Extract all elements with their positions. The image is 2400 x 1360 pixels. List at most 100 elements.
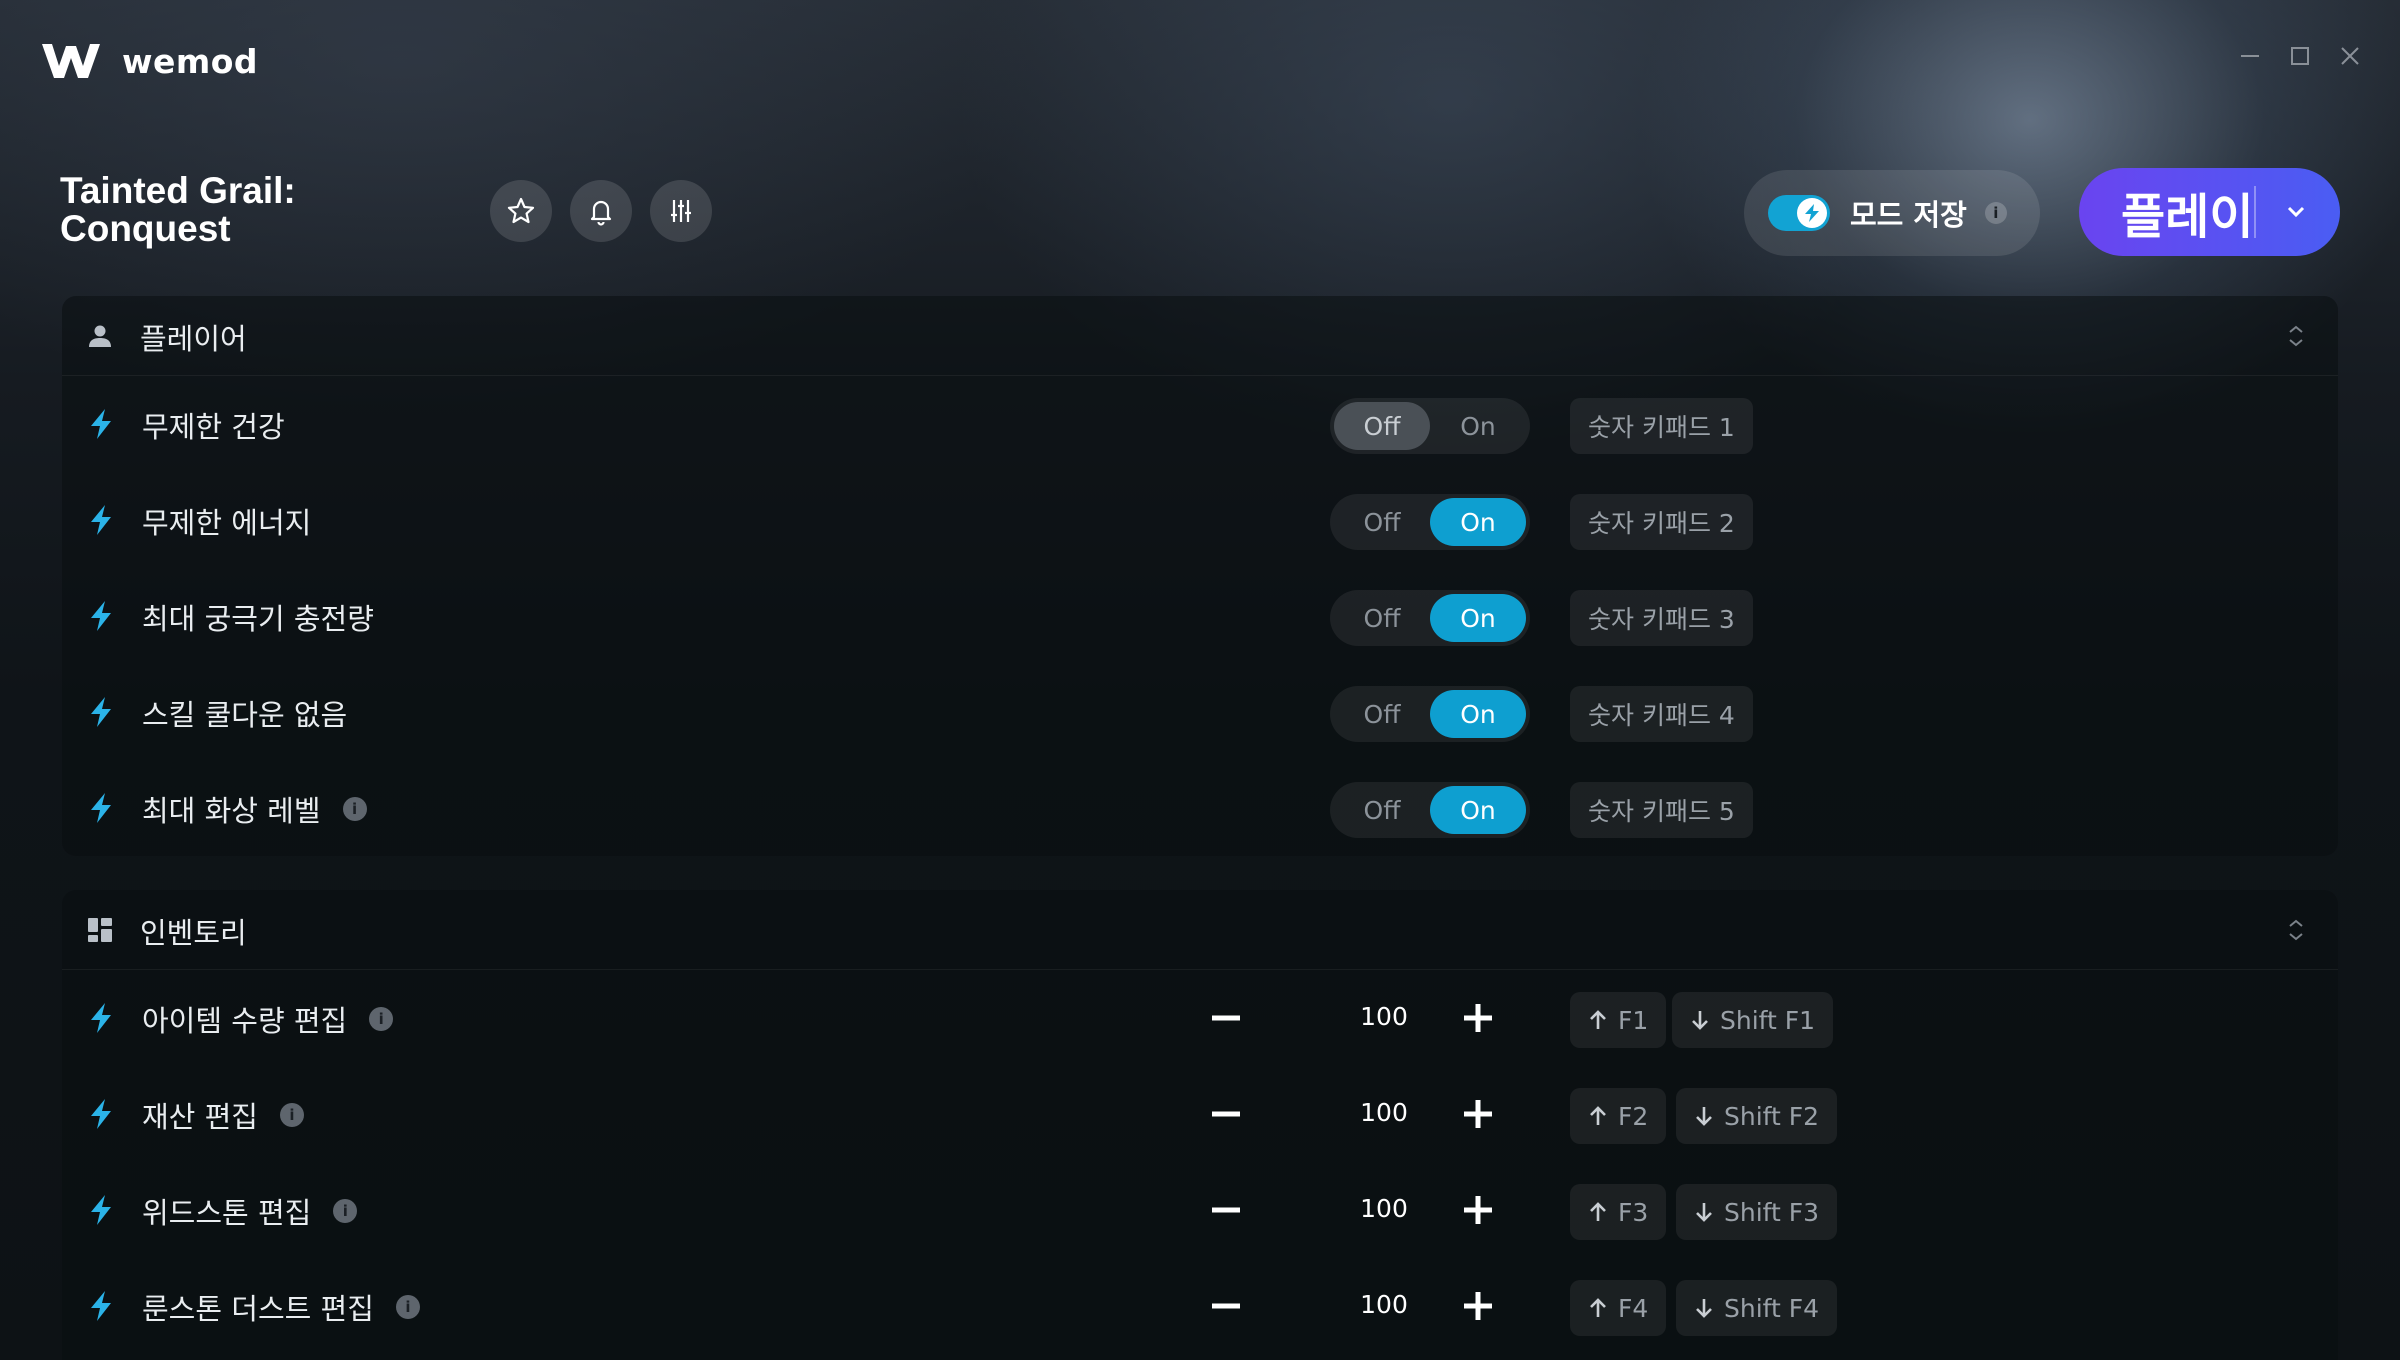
inventory-section-title: 인벤토리 <box>140 916 247 950</box>
arrow-up-icon <box>1590 1202 1606 1221</box>
plus-icon <box>1464 1004 1492 1032</box>
mod-toggle[interactable]: Off On <box>1330 782 1530 838</box>
mod-toggle[interactable]: Off On <box>1330 686 1530 742</box>
collapse-icon[interactable] <box>2284 322 2308 350</box>
arrow-down-icon <box>1696 1299 1712 1318</box>
favorite-button[interactable] <box>490 180 552 242</box>
arrow-up-icon <box>1590 1010 1606 1029</box>
save-mods-info-icon[interactable]: i <box>1984 202 2007 224</box>
lightning-icon <box>88 696 114 728</box>
hotkey-increase[interactable]: F4 <box>1570 1280 1667 1336</box>
toggle-off-option[interactable]: Off <box>1334 594 1430 642</box>
mod-toggle[interactable]: Off On <box>1330 590 1530 646</box>
play-options-button[interactable] <box>2282 198 2310 226</box>
mod-row-max-ultimate-charge: 최대 궁극기 충전량 Off On 숫자 키패드 3 <box>62 568 2338 664</box>
decrement-button[interactable] <box>1208 1096 1244 1132</box>
player-section: 플레이어 무제한 건강 Off On 숫자 키패드 1 무제한 에너지 Off … <box>62 296 2338 856</box>
toggle-on-option[interactable]: On <box>1430 690 1526 738</box>
lightning-icon <box>88 600 114 632</box>
toggle-off-option[interactable]: Off <box>1334 402 1430 450</box>
toggle-on-option[interactable]: On <box>1430 786 1526 834</box>
save-mods-toggle[interactable] <box>1768 195 1830 231</box>
toggle-off-option[interactable]: Off <box>1334 498 1430 546</box>
stepper-value[interactable]: 100 <box>1324 1098 1444 1127</box>
decrement-button[interactable] <box>1208 1000 1244 1036</box>
minimize-icon <box>2241 55 2259 57</box>
hotkey-increase[interactable]: F2 <box>1570 1088 1667 1144</box>
mod-label: 아이템 수량 편집 <box>142 1004 348 1038</box>
lightning-icon <box>88 1290 114 1322</box>
toggle-off-option[interactable]: Off <box>1334 690 1430 738</box>
mod-label: 재산 편집 <box>142 1100 258 1134</box>
toggle-off-option[interactable]: Off <box>1334 786 1430 834</box>
close-icon <box>2341 47 2359 65</box>
hotkey-decrease[interactable]: Shift F2 <box>1676 1088 1838 1144</box>
toggle-on-option[interactable]: On <box>1430 594 1526 642</box>
increment-button[interactable] <box>1460 1192 1496 1228</box>
save-mods-control[interactable]: 모드 저장 i <box>1744 170 2040 256</box>
info-icon[interactable]: i <box>279 1103 304 1127</box>
bell-icon <box>590 200 612 226</box>
hotkey-badge[interactable]: 숫자 키패드 4 <box>1570 686 1753 742</box>
hotkey-badge[interactable]: 숫자 키패드 1 <box>1570 398 1753 454</box>
info-icon[interactable]: i <box>333 1199 358 1223</box>
hotkey-decrease[interactable]: Shift F1 <box>1672 992 1834 1048</box>
minus-icon <box>1212 1111 1240 1117</box>
info-icon[interactable]: i <box>342 797 367 821</box>
mod-row-no-skill-cooldown: 스킬 쿨다운 없음 Off On 숫자 키패드 4 <box>62 664 2338 760</box>
arrow-down-icon <box>1692 1011 1708 1030</box>
mod-row-edit-runestone-dust: 룬스톤 더스트 편집 i 100 F4 Shift F4 <box>62 1258 2338 1354</box>
save-mods-label: 모드 저장 <box>1850 198 1967 232</box>
increment-button[interactable] <box>1460 1096 1496 1132</box>
lightning-icon <box>88 1098 114 1130</box>
mod-label: 무제한 건강 <box>142 410 285 444</box>
player-section-title: 플레이어 <box>140 322 247 356</box>
hotkey-increase[interactable]: F3 <box>1570 1184 1667 1240</box>
stepper-value[interactable]: 100 <box>1324 1194 1444 1223</box>
mod-label: 최대 화상 레벨 <box>142 794 321 828</box>
decrement-button[interactable] <box>1208 1192 1244 1228</box>
maximize-icon <box>2291 47 2309 65</box>
app-name: wemod <box>122 41 259 81</box>
collapse-icon[interactable] <box>2284 916 2308 944</box>
plus-icon <box>1464 1196 1492 1224</box>
increment-button[interactable] <box>1460 1288 1496 1324</box>
hotkey-decrease[interactable]: Shift F3 <box>1676 1184 1838 1240</box>
hotkey-badge[interactable]: 숫자 키패드 3 <box>1570 590 1753 646</box>
mod-label: 무제한 에너지 <box>142 506 312 540</box>
mod-toggle[interactable]: Off On <box>1330 398 1530 454</box>
star-icon <box>507 197 535 224</box>
game-settings-button[interactable] <box>650 180 712 242</box>
increment-button[interactable] <box>1460 1000 1496 1036</box>
hotkey-increase[interactable]: F1 <box>1570 992 1667 1048</box>
mod-toggle[interactable]: Off On <box>1330 494 1530 550</box>
info-icon[interactable]: i <box>369 1007 394 1031</box>
decrement-button[interactable] <box>1208 1288 1244 1324</box>
stepper-value[interactable]: 100 <box>1324 1002 1444 1031</box>
minimize-button[interactable] <box>2238 44 2262 68</box>
mod-label: 룬스톤 더스트 편집 <box>142 1292 374 1326</box>
hotkey-badge[interactable]: 숫자 키패드 2 <box>1570 494 1753 550</box>
mod-label: 위드스톤 편집 <box>142 1196 312 1230</box>
hotkey-badge[interactable]: 숫자 키패드 5 <box>1570 782 1753 838</box>
maximize-button[interactable] <box>2288 44 2312 68</box>
toggle-on-option[interactable]: On <box>1430 498 1526 546</box>
plus-icon <box>1464 1100 1492 1128</box>
close-button[interactable] <box>2338 44 2362 68</box>
sliders-icon <box>671 200 691 222</box>
lightning-icon <box>88 1194 114 1226</box>
inventory-section: 인벤토리 아이템 수량 편집 i 100 F1 Shift F1 재산 편집 i… <box>62 890 2338 1360</box>
toggle-on-option[interactable]: On <box>1430 402 1526 450</box>
info-icon[interactable]: i <box>395 1295 420 1319</box>
lightning-icon <box>88 1002 114 1034</box>
grid-icon <box>86 916 114 944</box>
play-separator <box>2254 186 2256 238</box>
hotkey-decrease[interactable]: Shift F4 <box>1676 1280 1838 1336</box>
lightning-icon <box>88 408 114 440</box>
player-section-header[interactable]: 플레이어 <box>62 296 2338 376</box>
stepper-value[interactable]: 100 <box>1324 1290 1444 1319</box>
lightning-icon <box>88 792 114 824</box>
play-button[interactable]: 플레이 <box>2079 168 2340 256</box>
notifications-button[interactable] <box>570 180 632 242</box>
inventory-section-header[interactable]: 인벤토리 <box>62 890 2338 970</box>
